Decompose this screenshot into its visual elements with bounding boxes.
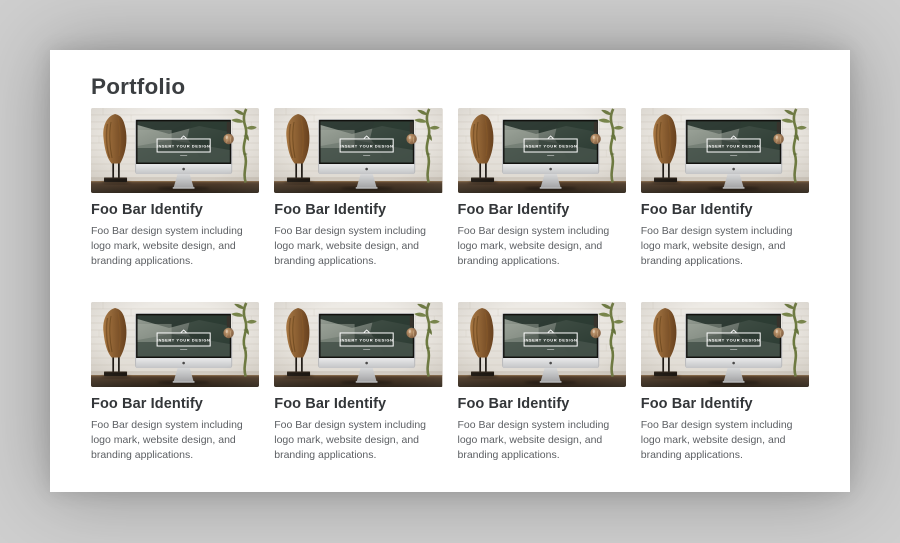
portfolio-card-caption: Foo Bar Identify Foo Bar design system i…	[641, 395, 809, 463]
portfolio-card[interactable]: Foo Bar Identify Foo Bar design system i…	[91, 302, 259, 463]
portfolio-card[interactable]: Foo Bar Identify Foo Bar design system i…	[458, 108, 626, 269]
portfolio-thumbnail[interactable]	[91, 302, 259, 387]
imac-desk-photo	[458, 108, 626, 193]
portfolio-thumbnail[interactable]	[91, 108, 259, 193]
portfolio-card[interactable]: Foo Bar Identify Foo Bar design system i…	[274, 302, 442, 463]
portfolio-item-description: Foo Bar design system including logo mar…	[458, 418, 626, 463]
imac-desk-photo	[91, 108, 259, 193]
portfolio-card-caption: Foo Bar Identify Foo Bar design system i…	[458, 201, 626, 269]
imac-desk-photo	[274, 108, 442, 193]
portfolio-card[interactable]: Foo Bar Identify Foo Bar design system i…	[641, 108, 809, 269]
imac-desk-photo	[274, 302, 442, 387]
portfolio-card[interactable]: Foo Bar Identify Foo Bar design system i…	[91, 108, 259, 269]
portfolio-item-title: Foo Bar Identify	[458, 395, 626, 413]
imac-desk-photo	[458, 302, 626, 387]
portfolio-item-title: Foo Bar Identify	[274, 201, 442, 219]
portfolio-item-description: Foo Bar design system including logo mar…	[458, 224, 626, 269]
portfolio-item-description: Foo Bar design system including logo mar…	[641, 224, 809, 269]
portfolio-item-title: Foo Bar Identify	[91, 395, 259, 413]
page-title: Portfolio	[91, 75, 809, 99]
page-background: Portfolio Foo Bar Identify Foo Bar desig…	[0, 0, 900, 543]
portfolio-card-caption: Foo Bar Identify Foo Bar design system i…	[274, 201, 442, 269]
portfolio-thumbnail[interactable]	[641, 108, 809, 193]
portfolio-thumbnail[interactable]	[641, 302, 809, 387]
imac-desk-photo	[91, 302, 259, 387]
portfolio-item-title: Foo Bar Identify	[91, 201, 259, 219]
portfolio-grid: Foo Bar Identify Foo Bar design system i…	[91, 108, 809, 463]
portfolio-card[interactable]: Foo Bar Identify Foo Bar design system i…	[641, 302, 809, 463]
portfolio-item-title: Foo Bar Identify	[458, 201, 626, 219]
portfolio-sheet: Portfolio Foo Bar Identify Foo Bar desig…	[50, 50, 850, 492]
portfolio-item-description: Foo Bar design system including logo mar…	[641, 418, 809, 463]
imac-desk-photo	[641, 302, 809, 387]
portfolio-thumbnail[interactable]	[458, 302, 626, 387]
portfolio-item-title: Foo Bar Identify	[641, 201, 809, 219]
portfolio-item-description: Foo Bar design system including logo mar…	[274, 418, 442, 463]
imac-desk-photo	[641, 108, 809, 193]
portfolio-item-description: Foo Bar design system including logo mar…	[274, 224, 442, 269]
portfolio-item-description: Foo Bar design system including logo mar…	[91, 418, 259, 463]
portfolio-card-caption: Foo Bar Identify Foo Bar design system i…	[91, 201, 259, 269]
portfolio-item-title: Foo Bar Identify	[274, 395, 442, 413]
portfolio-card-caption: Foo Bar Identify Foo Bar design system i…	[641, 201, 809, 269]
portfolio-thumbnail[interactable]	[458, 108, 626, 193]
portfolio-item-description: Foo Bar design system including logo mar…	[91, 224, 259, 269]
portfolio-card[interactable]: Foo Bar Identify Foo Bar design system i…	[274, 108, 442, 269]
portfolio-thumbnail[interactable]	[274, 302, 442, 387]
portfolio-card-caption: Foo Bar Identify Foo Bar design system i…	[274, 395, 442, 463]
portfolio-card[interactable]: Foo Bar Identify Foo Bar design system i…	[458, 302, 626, 463]
portfolio-card-caption: Foo Bar Identify Foo Bar design system i…	[458, 395, 626, 463]
portfolio-card-caption: Foo Bar Identify Foo Bar design system i…	[91, 395, 259, 463]
portfolio-thumbnail[interactable]	[274, 108, 442, 193]
portfolio-item-title: Foo Bar Identify	[641, 395, 809, 413]
